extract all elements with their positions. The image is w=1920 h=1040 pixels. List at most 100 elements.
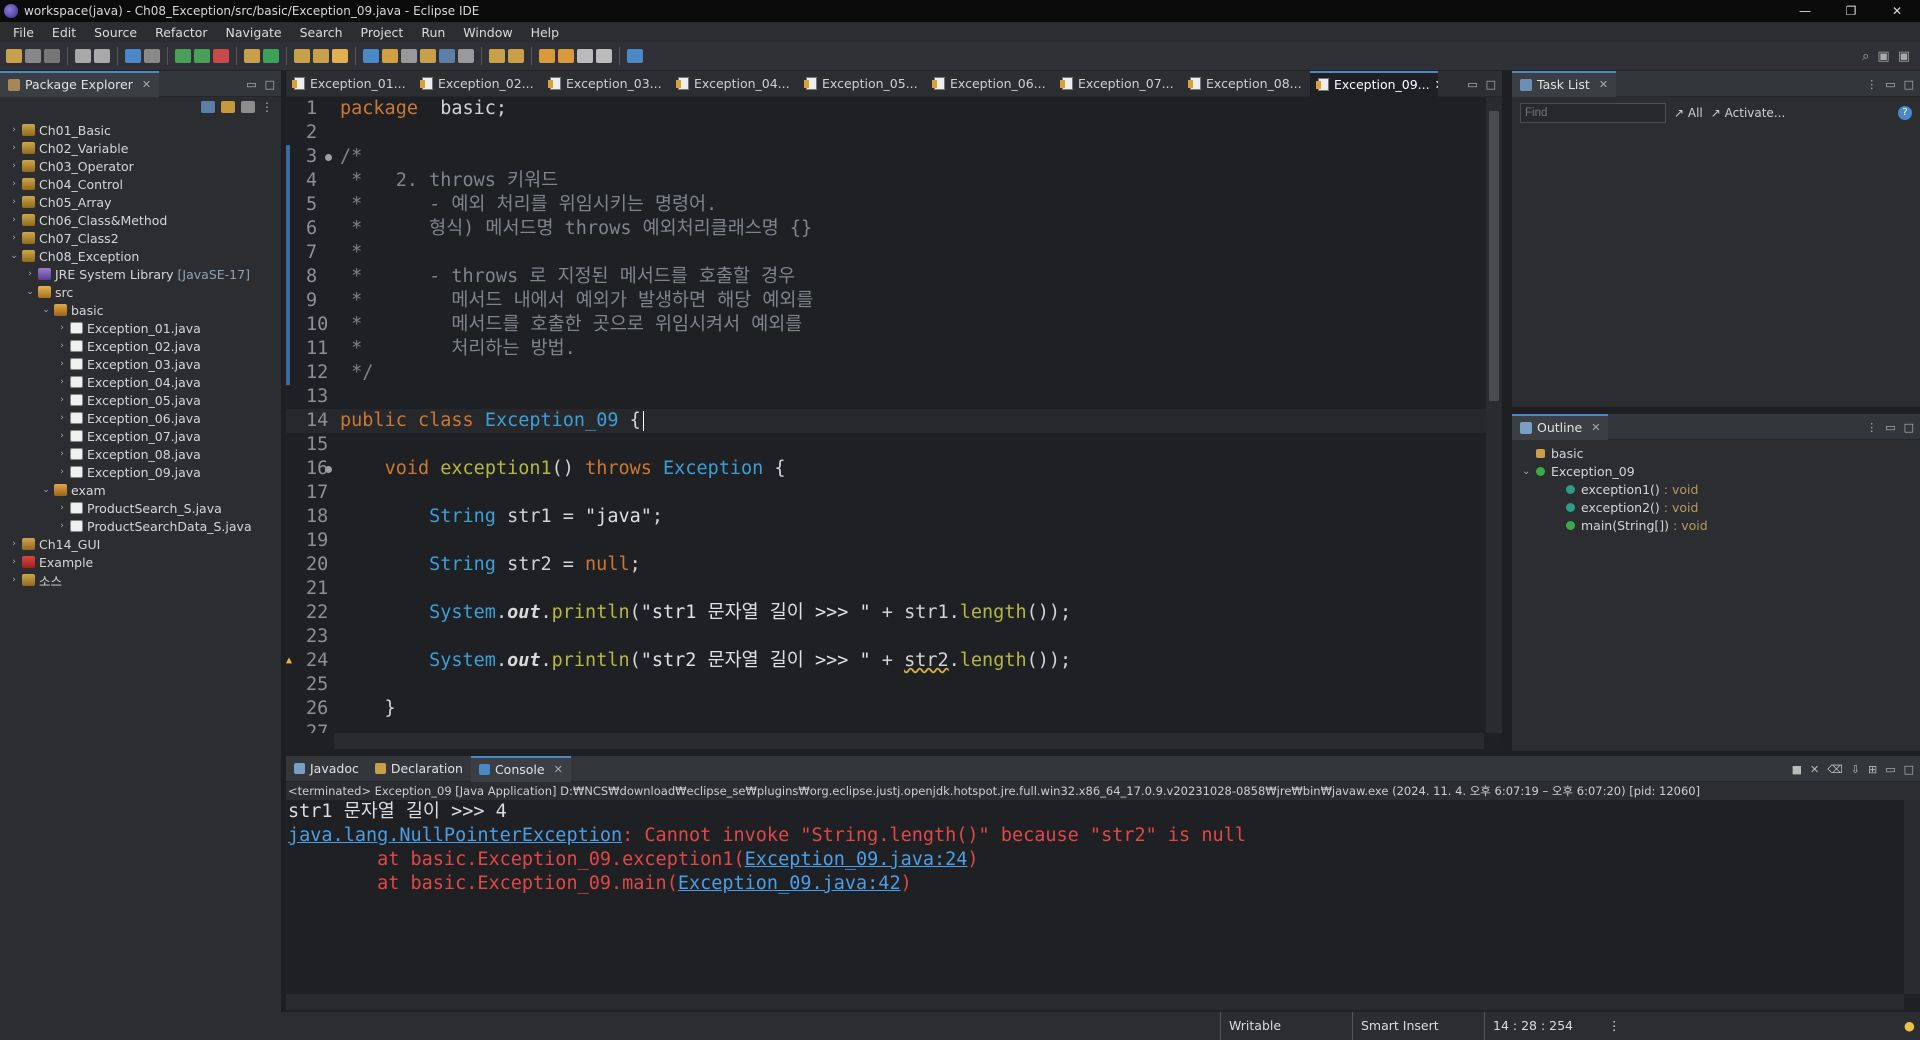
minimize-button[interactable]: — [1782,0,1828,22]
tab-javadoc[interactable]: Javadoc [286,756,367,782]
tree-item[interactable]: › Exception_01.java [0,319,281,337]
menu-search[interactable]: Search [291,25,352,40]
chevron-right-icon[interactable]: › [56,323,68,333]
code-line[interactable]: 11 * 처리하는 방법. [286,337,1486,361]
close-window-button[interactable]: ✕ [1874,0,1920,22]
close-icon[interactable]: ✕ [1591,421,1600,434]
code-line[interactable]: 7 * [286,241,1486,265]
status-menu-icon[interactable]: ⋮ [1600,1012,1621,1040]
chevron-right-icon[interactable]: › [56,449,68,459]
minimize-view-icon[interactable]: ▭ [1885,763,1895,776]
pin-editor-icon[interactable] [458,49,474,63]
warning-marker-icon[interactable]: ▲ [286,649,292,673]
outline-item[interactable]: exception2(): void [1512,498,1920,516]
back-icon[interactable] [539,49,555,63]
tree-item[interactable]: › Exception_08.java [0,445,281,463]
outline-item[interactable]: exception1(): void [1512,480,1920,498]
code-line[interactable]: 2 [286,121,1486,145]
undo-icon[interactable] [75,49,91,63]
menu-run[interactable]: Run [412,25,454,40]
chevron-right-icon[interactable]: › [56,341,68,351]
minimize-view-icon[interactable]: ▭ [1885,78,1895,91]
activate-link[interactable]: ↗ Activate... [1711,106,1786,120]
chevron-right-icon[interactable]: › [8,539,20,549]
chevron-right-icon[interactable]: › [56,377,68,387]
redo-icon[interactable] [94,49,110,63]
code-line[interactable]: 5 * - 예외 처리를 위임시키는 명령어. [286,193,1486,217]
code-line[interactable]: 27 [286,721,1486,733]
tab-console[interactable]: Console ✕ [470,755,571,782]
editor-tab[interactable]: Exception_08... [1182,71,1310,97]
scroll-lock-icon[interactable]: ⇩ [1851,763,1860,776]
view-menu-icon[interactable]: ⋮ [261,100,273,114]
maximize-view-icon[interactable]: □ [265,78,275,91]
maximize-view-icon[interactable]: □ [1904,78,1914,91]
stack-trace-link[interactable]: Exception_09.java:42 [678,873,901,894]
code-line[interactable]: 22 System.out.println("str1 문자열 길이 >>> "… [286,601,1486,625]
editor-tab[interactable]: Exception_09... ✕ [1310,70,1438,97]
chevron-right-icon[interactable]: › [56,359,68,369]
open-perspective-icon[interactable]: ▣ [1877,49,1889,64]
terminal-icon[interactable] [125,49,141,63]
menu-window[interactable]: Window [454,25,521,40]
remove-launch-icon[interactable]: ✕ [1810,763,1819,776]
annotation-icon[interactable] [363,49,379,63]
tree-item[interactable]: ⌄ exam [0,481,281,499]
chevron-right-icon[interactable]: › [56,521,68,531]
code-line[interactable]: 24 ▲ System.out.println("str2 문자열 길이 >>> … [286,649,1486,673]
menu-file[interactable]: File [4,25,43,40]
java-perspective-icon[interactable]: ▣ [1898,49,1910,64]
tree-item[interactable]: › Exception_06.java [0,409,281,427]
code-line[interactable]: 14 public class Exception_09 { [286,409,1486,433]
external-tools-icon[interactable] [213,49,229,63]
chevron-right-icon[interactable]: › [24,269,36,279]
code-line[interactable]: 13 [286,385,1486,409]
editor-tab[interactable]: Exception_05... [798,71,926,97]
chevron-right-icon[interactable]: › [8,215,20,225]
new-project-icon[interactable] [244,49,260,63]
stack-trace-link[interactable]: Exception_09.java:24 [745,849,968,870]
open-perspective-icon[interactable] [627,49,643,63]
tree-item[interactable]: › Ch03_Operator [0,157,281,175]
code-line[interactable]: 16 void exception1() throws Exception { [286,457,1486,481]
fold-toggle-icon[interactable] [325,154,332,161]
code-line[interactable]: 21 [286,577,1486,601]
console-vertical-scrollbar[interactable] [1904,800,1920,994]
chevron-right-icon[interactable]: › [8,125,20,135]
open-task-icon[interactable] [313,49,329,63]
minimize-view-icon[interactable]: ▭ [1885,421,1895,434]
code-line[interactable]: 6 * 형식) 메서드명 throws 예외처리클래스명 {} [286,217,1486,241]
menu-source[interactable]: Source [85,25,146,40]
chevron-down-icon[interactable]: ⌄ [1522,466,1536,477]
close-icon[interactable]: ✕ [554,763,563,776]
link-with-editor-icon[interactable] [221,101,235,113]
editor-vertical-scrollbar[interactable] [1486,97,1502,733]
tree-item[interactable]: › Exception_04.java [0,373,281,391]
chevron-down-icon[interactable]: ⌄ [40,485,52,495]
tree-item[interactable]: › Exception_02.java [0,337,281,355]
code-area[interactable]: 1 package basic; 2 3/* 4 * 2. throws 키워드 5 * … [286,97,1486,733]
tree-item[interactable]: › ProductSearch_S.java [0,499,281,517]
tip-lightbulb-icon[interactable]: ● [1896,1012,1916,1040]
editor-horizontal-scrollbar[interactable] [334,733,1484,749]
view-menu-icon[interactable]: ⋮ [1866,421,1877,434]
chevron-right-icon[interactable]: › [56,467,68,477]
help-icon[interactable]: ? [1898,106,1912,120]
chevron-right-icon[interactable]: › [56,395,68,405]
pin-console-icon[interactable]: ⊞ [1868,763,1877,776]
console-output[interactable]: str1 문자열 길이 >>> 4 java.lang.NullPointerEx… [286,800,1920,896]
chevron-down-icon[interactable]: ⌄ [40,305,52,315]
chevron-right-icon[interactable]: › [8,575,20,585]
chevron-right-icon[interactable]: › [8,161,20,171]
previous-annotation-icon[interactable] [508,49,524,63]
outline-item[interactable]: basic [1512,444,1920,462]
tree-item[interactable]: › JRE System Library [JavaSE-17] [0,265,281,283]
code-line[interactable]: 15 [286,433,1486,457]
last-edit-icon[interactable] [577,49,593,63]
tree-item[interactable]: ⌄ src [0,283,281,301]
code-line[interactable]: 3 /* [286,145,1486,169]
toggle-mark-icon[interactable] [382,49,398,63]
show-whitespace-icon[interactable] [401,49,417,63]
search-icon[interactable]: ⌕ [1862,49,1869,64]
editor-tab[interactable]: Exception_07... [1054,71,1182,97]
